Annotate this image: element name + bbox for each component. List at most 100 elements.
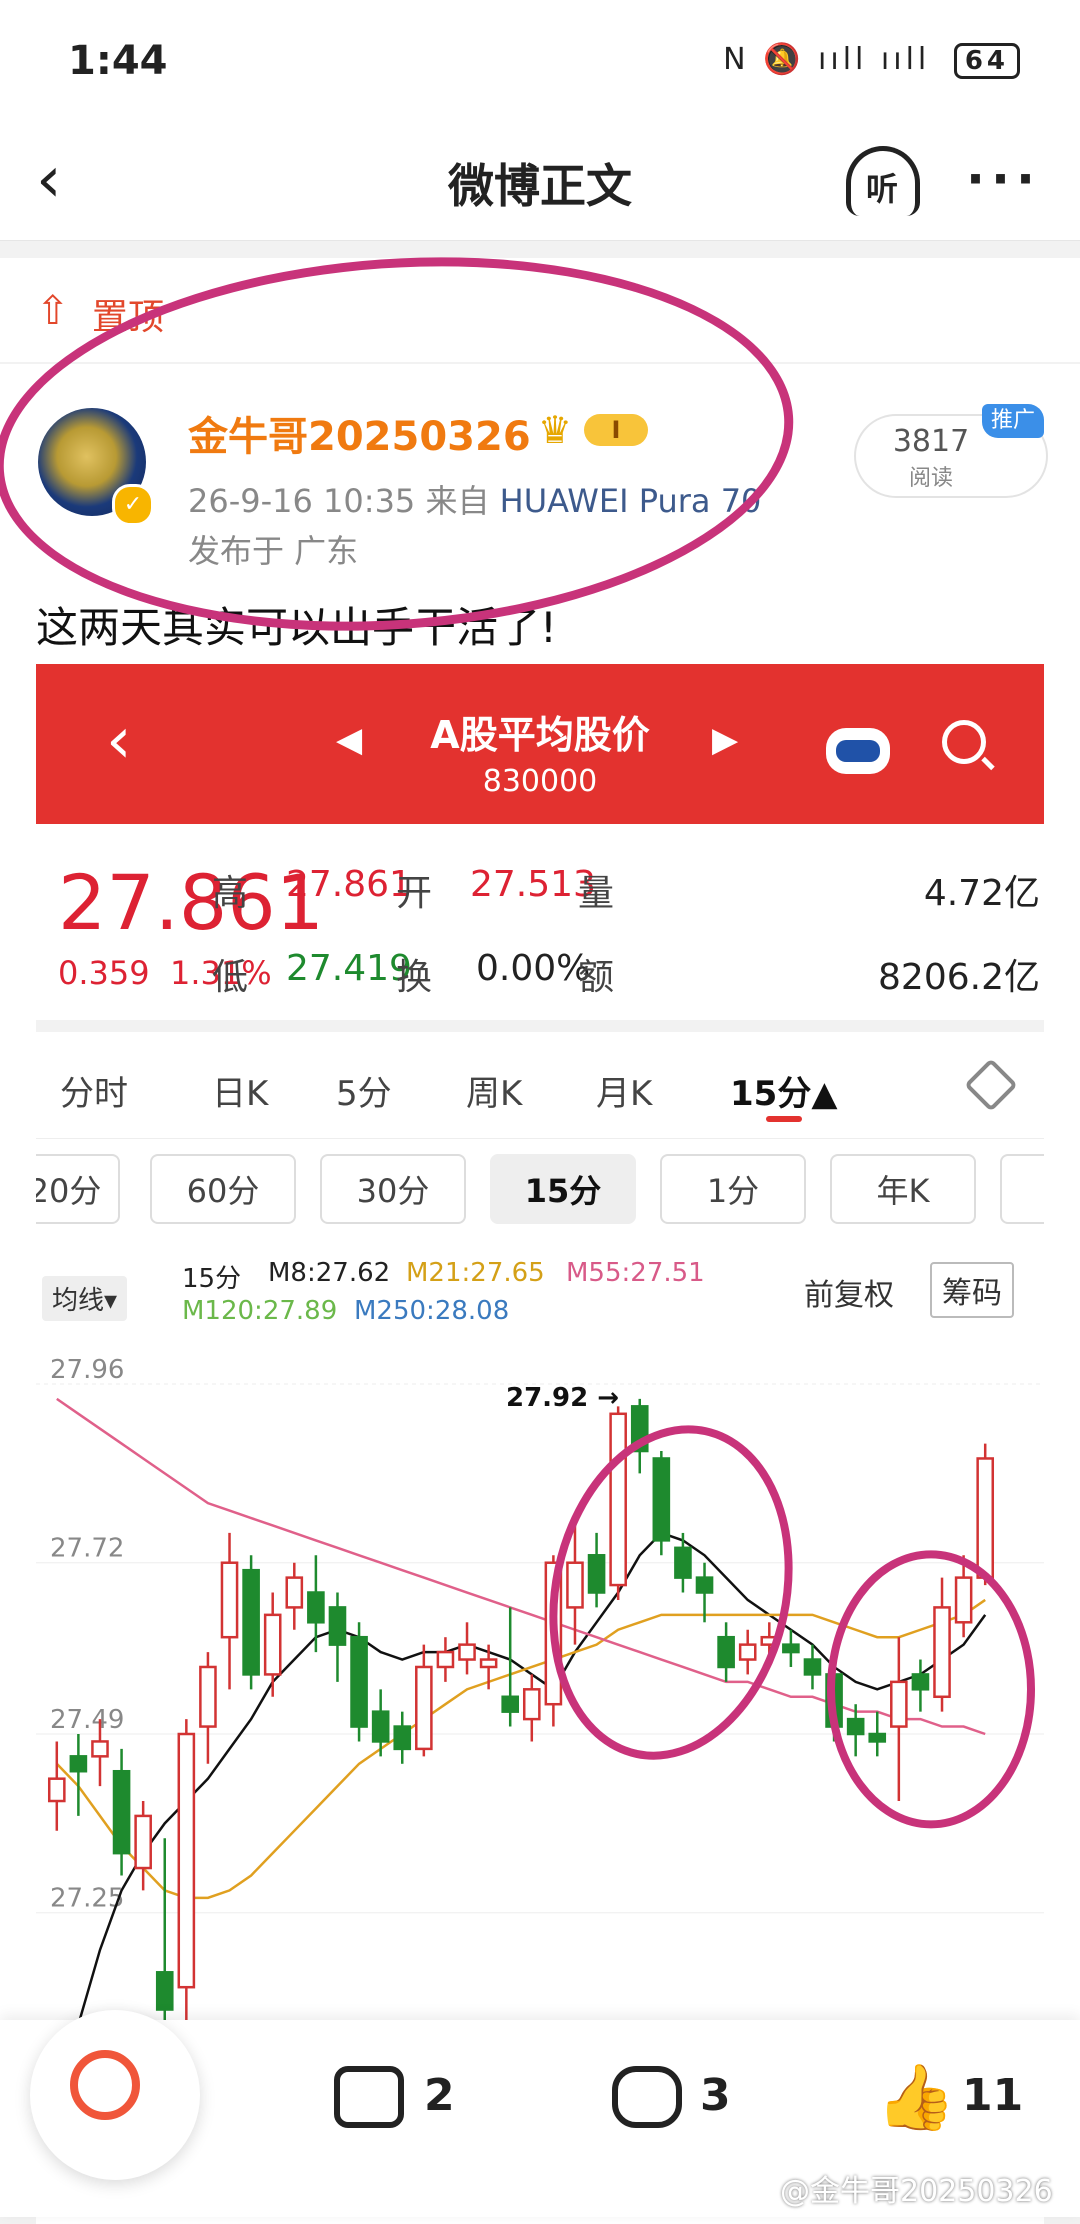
candle-body	[155, 1971, 174, 2011]
candle-body	[479, 1658, 498, 1669]
battery-icon: 64	[953, 43, 1020, 79]
label-amount: 额	[578, 957, 615, 998]
stock-back-icon: ‹	[106, 704, 132, 778]
candle-body	[890, 1680, 908, 1728]
candle-body	[976, 1457, 995, 1579]
label-volume: 量	[578, 873, 615, 914]
tab-5min: 5分	[336, 1074, 392, 1114]
stock-quote: 27.861 0.359 1.31% 高 27.861 开 27.513 量 4…	[36, 824, 1044, 1032]
candle-body	[371, 1710, 390, 1743]
candle-body	[587, 1554, 606, 1594]
pill-15min: 15分	[490, 1154, 636, 1224]
candle-body	[285, 1576, 304, 1609]
stock-title: A股平均股价	[430, 713, 650, 757]
signal-icons: N 🔕 ııll ııll	[723, 42, 931, 77]
tab-15min: 15分▲	[730, 1074, 838, 1114]
comment-icon[interactable]	[612, 2066, 682, 2128]
chips-button: 筹码	[930, 1262, 1014, 1318]
candle-body	[933, 1606, 951, 1699]
candle-body	[91, 1740, 109, 1758]
top-nav: ‹ 微博正文 听 ···	[0, 120, 1080, 241]
y-tick-label: 27.72	[50, 1534, 124, 1564]
candle-body	[674, 1546, 692, 1579]
candle-body	[868, 1732, 887, 1743]
candle-body	[652, 1457, 671, 1542]
candle-body	[695, 1576, 714, 1594]
candle-body	[220, 1561, 239, 1639]
promo-badge[interactable]: 推广	[982, 404, 1044, 438]
adjust-label: 前复权	[804, 1278, 894, 1313]
more-icon[interactable]: ···	[966, 150, 1041, 208]
label-high: 高	[212, 873, 249, 914]
candle-body	[738, 1643, 757, 1661]
settings-icon	[964, 1058, 1018, 1112]
like-count[interactable]: 11	[962, 2070, 1023, 2121]
value-low: 27.419	[286, 948, 412, 989]
ma-m21: M21:27.65	[406, 1258, 545, 1288]
ma-line-m21	[55, 1598, 986, 1900]
candle-body	[199, 1665, 217, 1728]
value-amount: 8206.2亿	[878, 957, 1040, 998]
candle-body	[177, 1732, 196, 1989]
comment-count[interactable]: 3	[700, 2070, 731, 2121]
tab-monthly: 月K	[596, 1074, 653, 1114]
pill-20min: 20分	[36, 1154, 120, 1224]
pill-60min: 60分	[150, 1154, 296, 1224]
next-arrow-icon: ▶	[712, 720, 739, 760]
candle-body	[350, 1635, 368, 1728]
candle-body	[242, 1568, 260, 1676]
status-bar: 1:44 N 🔕 ııll ııll 64	[0, 0, 1080, 130]
status-icons: N 🔕 ııll ııll 64	[723, 42, 1020, 79]
candle-body	[436, 1650, 455, 1669]
share-count[interactable]: 2	[424, 2070, 455, 2121]
change-value: 0.359	[58, 954, 150, 992]
candle-body	[846, 1717, 865, 1736]
candle-body	[803, 1658, 822, 1676]
candle-body	[415, 1665, 433, 1751]
like-icon[interactable]: 👍	[876, 2060, 956, 2135]
value-volume: 4.72亿	[923, 873, 1040, 914]
tab-weekly: 周K	[466, 1074, 523, 1114]
robot-icon	[826, 728, 890, 774]
high-annotation: 27.92 →	[506, 1383, 619, 1413]
y-tick-label: 27.96	[50, 1355, 124, 1385]
ma-m120: M120:27.89	[182, 1296, 338, 1326]
ma-m8: M8:27.62	[268, 1258, 391, 1288]
annotation-circle-right	[827, 1550, 1035, 1829]
label-turnover: 换	[396, 957, 433, 998]
listen-label: 听	[866, 170, 899, 208]
candle-body	[112, 1769, 131, 1855]
ma-select: 均线▾	[42, 1276, 128, 1321]
pill-30min: 30分	[320, 1154, 466, 1224]
share-icon[interactable]	[334, 2066, 404, 2128]
candle-body	[134, 1814, 152, 1870]
status-time: 1:44	[68, 38, 168, 84]
candle-body	[954, 1576, 973, 1624]
y-tick-label: 27.49	[50, 1705, 124, 1735]
ma-period: 15分	[182, 1264, 242, 1294]
read-label: 阅读	[908, 466, 953, 491]
post-card: ✓ 金牛哥20250326 ♛ I 26-9-16 10:35 来自 HUAWE…	[0, 231, 1080, 2224]
search-fab[interactable]	[30, 2010, 200, 2180]
chart-tabs: 分时 日K 5分 周K 月K 15分▲	[36, 1038, 1044, 1139]
search-icon	[942, 720, 986, 764]
ma-line-m55	[56, 1397, 986, 1736]
ma-row: 均线▾ 15分 M8:27.62 M21:27.65 M55:27.51 M12…	[36, 1250, 1044, 1350]
candle-body	[69, 1755, 88, 1773]
stock-price: 27.861	[58, 858, 324, 947]
candle-body	[609, 1412, 627, 1587]
post-image[interactable]: ‹ ◀ A股平均股价 830000 ▶ 27.861 0.359 1.31% 高…	[36, 664, 1044, 2224]
pill-1min: 1分	[660, 1154, 806, 1224]
period-pills: 20分 60分 30分 15分 1分 年K	[36, 1154, 1044, 1244]
watermark: @金牛哥20250326	[780, 2174, 1053, 2209]
pill-more	[1000, 1154, 1044, 1224]
candle-body	[566, 1561, 584, 1609]
candle-body	[47, 1777, 66, 1803]
tab-daily: 日K	[212, 1074, 269, 1114]
candle-body	[717, 1635, 735, 1669]
candle-body	[911, 1673, 930, 1691]
y-tick-label: 27.25	[50, 1884, 124, 1914]
candle-body	[458, 1643, 476, 1661]
candle-body	[263, 1613, 282, 1676]
candle-body	[328, 1606, 347, 1646]
